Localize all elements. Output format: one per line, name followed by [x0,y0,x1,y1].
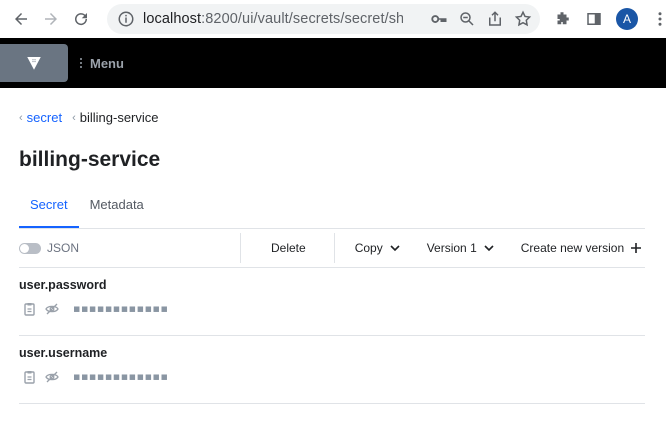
masked-secret-value: ▪▪▪▪▪▪▪▪▪▪▪▪ [73,302,169,315]
eye-off-icon[interactable] [45,370,59,384]
version-dropdown-button[interactable]: Version 1 [415,229,509,267]
clipboard-icon[interactable] [23,302,37,316]
site-info-icon[interactable] [117,10,135,28]
profile-avatar[interactable]: A [616,8,638,30]
page-title: billing-service [19,148,161,171]
breadcrumb-current-label: billing-service [79,110,159,125]
masked-secret-value: ▪▪▪▪▪▪▪▪▪▪▪▪ [73,370,169,383]
browser-toolbar: localhost:8200/ui/vault/secrets/secret/s… [0,0,666,38]
menu-button[interactable]: Menu [80,56,124,71]
main-content: ‹ secret ‹ billing-service billing-servi… [0,88,666,423]
menu-label: Menu [90,55,124,71]
secret-key: user.password [19,278,107,292]
extensions-icon[interactable] [552,9,572,29]
create-version-label: Create new version [520,241,625,255]
delete-label: Delete [271,241,306,255]
eye-off-icon[interactable] [45,302,59,316]
breadcrumb-current: ‹ billing-service [72,110,158,125]
browser-menu-icon[interactable] [650,9,666,29]
kebab-icon [80,58,82,68]
address-bar[interactable]: localhost:8200/ui/vault/secrets/secret/s… [107,4,540,34]
create-new-version-button[interactable]: Create new version [509,229,642,267]
breadcrumb: ‹ secret ‹ billing-service [19,110,159,125]
json-toggle-label: JSON [47,241,80,255]
chevron-left-icon: ‹ [19,111,23,124]
json-toggle[interactable]: JSON [19,241,240,255]
breadcrumb-parent-label: secret [26,110,63,125]
copy-dropdown-button[interactable]: Copy [335,229,415,267]
reload-icon[interactable] [68,6,94,32]
chevron-down-icon [390,245,400,252]
breadcrumb-link-secret[interactable]: ‹ secret [19,110,62,125]
key-icon[interactable] [430,10,448,28]
chevron-left-icon: ‹ [72,111,76,124]
copy-label: Copy [354,241,383,255]
forward-icon[interactable] [38,6,64,32]
url-host: localhost [143,11,202,27]
zoom-out-icon[interactable] [458,10,476,28]
version-label: Version 1 [426,241,477,255]
chevron-down-icon [484,245,494,252]
tab-metadata[interactable]: Metadata [79,196,155,228]
side-panel-icon[interactable] [584,9,604,29]
tab-secret[interactable]: Secret [19,196,79,228]
toggle-switch[interactable] [19,242,41,254]
secret-key: user.username [19,346,108,360]
plus-icon [631,243,642,253]
vault-header: Menu [0,38,666,88]
share-icon[interactable] [486,10,504,28]
vault-logo-icon[interactable] [0,44,68,82]
url-path: :8200/ui/vault/secrets/secret/sh... [201,11,403,27]
secret-row: user.password ▪▪▪▪▪▪▪▪▪▪▪▪ [19,268,645,336]
secret-row: user.username ▪▪▪▪▪▪▪▪▪▪▪▪ [19,336,645,404]
bookmark-star-icon[interactable] [514,10,532,28]
secret-toolbar: JSON Delete Copy Version 1 Create new ve… [19,228,645,268]
tab-bar: Secret Metadata [19,196,645,228]
url-text: localhost:8200/ui/vault/secrets/secret/s… [143,11,403,27]
clipboard-icon[interactable] [23,370,37,384]
back-icon[interactable] [8,6,34,32]
delete-button[interactable]: Delete [241,229,334,267]
